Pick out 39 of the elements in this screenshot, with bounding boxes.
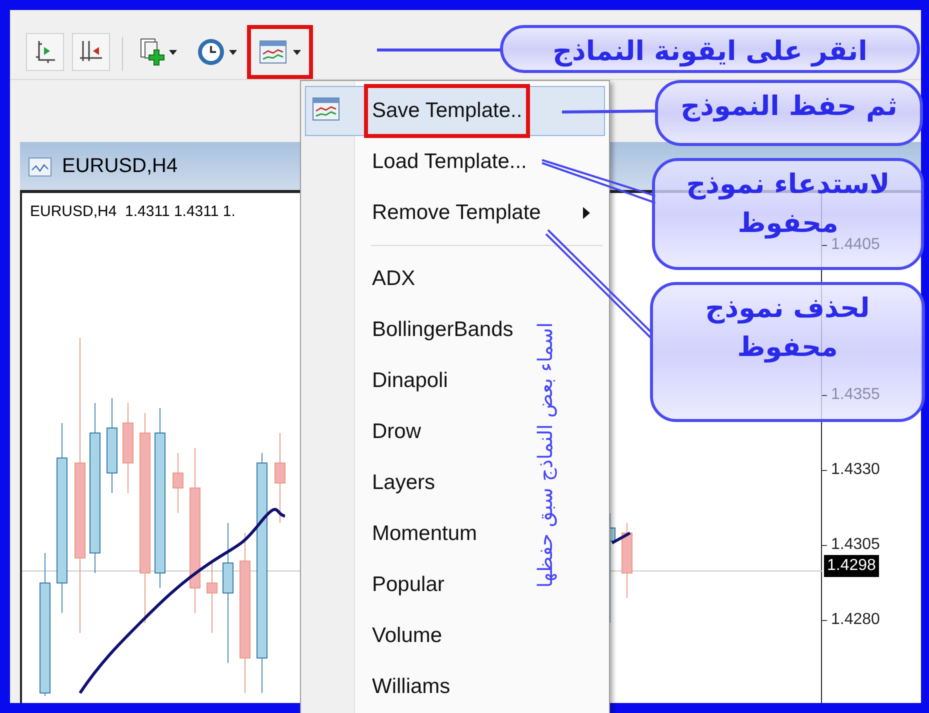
dropdown-caret-icon xyxy=(169,50,177,54)
dropdown-caret-icon xyxy=(229,50,237,54)
chart-shift-icon xyxy=(79,40,103,64)
chart-arrow-icon xyxy=(34,40,56,64)
vertical-annotation-text: اسماء بعض النماذج سبق حفظها xyxy=(532,321,558,590)
chart-window-title: EURUSD,H4 xyxy=(62,154,178,179)
menu-item[interactable]: Layers xyxy=(305,457,533,508)
current-price-label: 1.4298 xyxy=(824,555,879,577)
clock-icon xyxy=(197,38,225,66)
dropdown-caret-icon xyxy=(293,50,301,54)
chart-shift-button[interactable] xyxy=(72,33,110,71)
menu-item[interactable]: Momentum xyxy=(305,508,533,559)
template-icon xyxy=(259,40,287,64)
document-plus-icon xyxy=(139,38,165,66)
menu-item[interactable]: ADX xyxy=(305,253,533,304)
callout-text: ثم حفظ النموذج xyxy=(680,90,898,124)
price-axis-label: 1.4330 xyxy=(831,462,880,478)
submenu-arrow-icon xyxy=(583,206,590,218)
template-save-icon xyxy=(312,97,340,121)
menu-item[interactable]: Volume xyxy=(305,610,533,661)
callout-text: انقر على ايقونة النماذج xyxy=(552,35,868,69)
menu-item[interactable]: Save Template.. xyxy=(305,86,605,136)
price-axis-label: 1.4355 xyxy=(831,387,880,403)
menu-item[interactable]: Remove Template xyxy=(305,187,605,238)
callout-text: لحذف نموذج محفوظ xyxy=(704,292,871,366)
candlestick xyxy=(206,562,218,634)
moving-average-line xyxy=(611,532,631,544)
menu-item[interactable]: Load Template... xyxy=(305,136,533,187)
price-axis-label: 1.4305 xyxy=(831,537,880,553)
candlestick xyxy=(172,452,184,514)
menu-item[interactable]: Dinapoli xyxy=(305,355,533,406)
menu-item[interactable]: Popular xyxy=(305,559,533,610)
menu-item[interactable]: Williams xyxy=(305,661,533,712)
price-axis-label: 1.4405 xyxy=(831,237,880,253)
menu-item[interactable]: BollingerBands xyxy=(305,304,533,355)
chart-info-text: EURUSD,H4 1.4311 1.4311 1. xyxy=(30,202,236,222)
autoscroll-button[interactable] xyxy=(26,33,64,71)
menu-item[interactable]: Drow xyxy=(305,406,533,457)
price-axis-label: 1.4280 xyxy=(831,612,880,628)
